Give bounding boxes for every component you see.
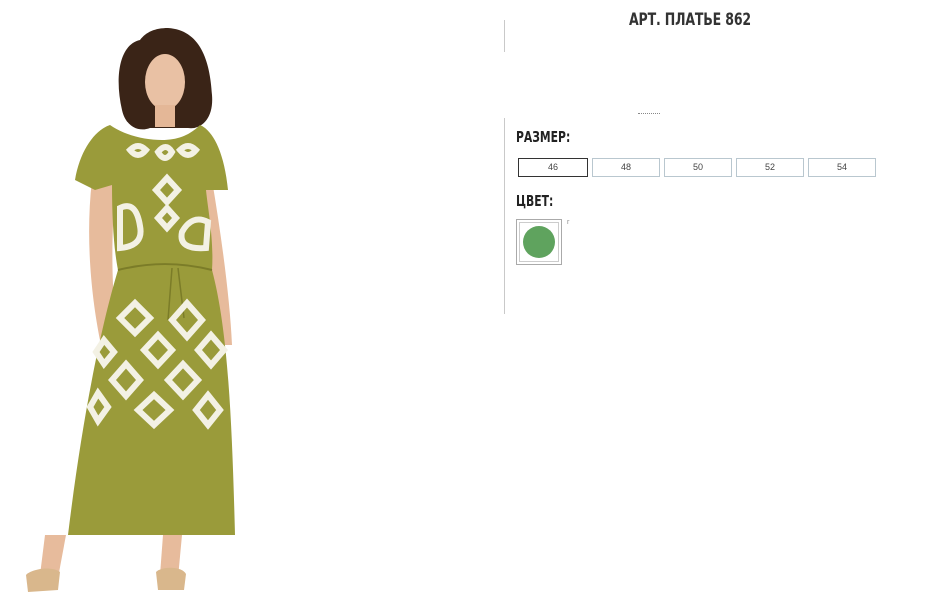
divider-main xyxy=(504,118,505,314)
size-label: РАЗМЕР: xyxy=(516,128,571,146)
divider-top xyxy=(504,20,505,52)
color-dot xyxy=(523,226,555,258)
color-swatch-green[interactable] xyxy=(516,219,562,265)
color-label: ЦВЕТ: xyxy=(516,192,554,210)
size-option-54[interactable]: 54 xyxy=(808,158,876,177)
product-photo xyxy=(0,0,360,600)
swatch-mark: г xyxy=(567,219,570,226)
product-title: АРТ. ПЛАТЬЕ 862 xyxy=(629,10,751,30)
size-option-46[interactable]: 46 xyxy=(518,158,588,177)
size-option-48[interactable]: 48 xyxy=(592,158,660,177)
size-option-50[interactable]: 50 xyxy=(664,158,732,177)
size-selector: 46 48 50 52 54 xyxy=(518,158,876,177)
dotted-separator xyxy=(638,113,660,114)
size-option-52[interactable]: 52 xyxy=(736,158,804,177)
